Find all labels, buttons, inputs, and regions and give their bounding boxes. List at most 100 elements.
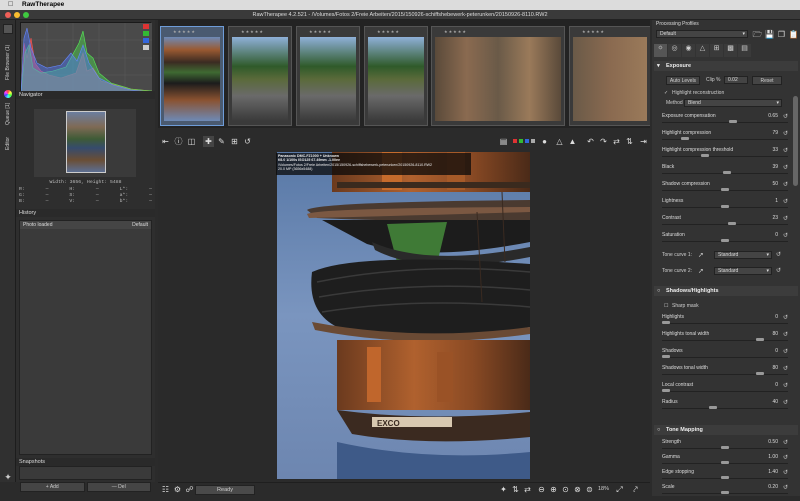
slider-track[interactable] <box>662 374 788 375</box>
slider-value[interactable]: 50 <box>772 181 778 187</box>
slider-knob[interactable] <box>721 446 729 449</box>
slider-value[interactable]: 80 <box>772 331 778 337</box>
method-select[interactable]: Blend ▾ <box>684 99 782 107</box>
slider-knob[interactable] <box>700 154 709 157</box>
slider-value[interactable]: 1.00 <box>768 454 778 460</box>
tab-raw[interactable]: ▩ <box>724 44 737 57</box>
app-menu[interactable]: RawTherapee <box>22 0 64 10</box>
thumbnail-image[interactable] <box>435 37 561 121</box>
curve-icon[interactable]: ➚ <box>698 267 704 275</box>
zoom-fit-icon[interactable]: ⊙ <box>560 484 571 495</box>
slider-value[interactable]: 40 <box>772 399 778 405</box>
focus-mask-icon[interactable]: ● <box>539 136 550 147</box>
reset-icon[interactable]: ↺ <box>783 365 788 372</box>
reset-icon[interactable]: ↺ <box>783 198 788 205</box>
slider-track[interactable] <box>662 323 788 324</box>
thumbnail[interactable]: ★★★★★ <box>364 26 428 126</box>
info-icon[interactable]: ⓘ <box>173 136 184 147</box>
reset-icon[interactable]: ↺ <box>783 232 788 239</box>
slider-value[interactable]: 0 <box>775 382 778 388</box>
slider-knob[interactable] <box>709 406 718 409</box>
slider-knob[interactable] <box>721 205 729 208</box>
tab-metadata[interactable]: ▤ <box>738 44 751 57</box>
exposure-section-header[interactable]: ▾ Exposure <box>654 61 798 71</box>
tab-detail[interactable]: ◎ <box>668 44 681 57</box>
hand-tool-icon[interactable]: ✚ <box>203 136 214 147</box>
minimize-window-icon[interactable] <box>14 12 20 18</box>
slider-value[interactable]: 33 <box>772 147 778 153</box>
thumbnail[interactable]: ★★★★★ <box>569 26 650 126</box>
reset-icon[interactable]: ↺ <box>783 113 788 120</box>
green-preview-icon[interactable] <box>519 139 523 143</box>
add-snapshot-button[interactable]: + Add <box>20 482 85 492</box>
slider-knob[interactable] <box>721 491 729 494</box>
enable-toggle-icon[interactable]: ○ <box>657 286 660 296</box>
tab-queue[interactable]: Queue [1] <box>1 100 15 128</box>
slider-knob[interactable] <box>756 372 765 375</box>
slider-knob[interactable] <box>729 120 738 123</box>
slider-knob[interactable] <box>756 338 765 341</box>
reset-icon[interactable]: ↺ <box>783 147 788 154</box>
rotate-right-icon[interactable]: ↷ <box>598 136 609 147</box>
slider-track[interactable] <box>662 357 788 358</box>
tab-exposure[interactable]: ☼ <box>654 44 667 57</box>
thumbnail-image[interactable] <box>573 37 647 121</box>
curve-icon[interactable]: ➚ <box>698 251 704 259</box>
reset-icon[interactable]: ↺ <box>783 314 788 321</box>
reset-icon[interactable]: ↺ <box>783 399 788 406</box>
slider-value[interactable]: 0.65 <box>768 113 778 119</box>
blue-preview-icon[interactable] <box>525 139 529 143</box>
slider-knob[interactable] <box>721 476 729 479</box>
library-icon[interactable]: ☷ <box>160 484 171 495</box>
zoom-crop-icon[interactable]: ⊜ <box>584 484 595 495</box>
slider-value[interactable]: 1 <box>775 198 778 204</box>
reset-icon[interactable]: ↺ <box>783 331 788 338</box>
slider-value[interactable]: 0.20 <box>768 484 778 490</box>
navigator-preview[interactable] <box>34 109 136 177</box>
straighten-icon[interactable]: ↺ <box>242 136 253 147</box>
slider-knob[interactable] <box>662 389 670 392</box>
tab-color[interactable]: ◉ <box>682 44 695 57</box>
apple-icon[interactable]:  <box>8 0 13 10</box>
thumbnail[interactable]: ★★★★★ <box>228 26 292 126</box>
flip-vertical-icon[interactable]: ⇅ <box>624 136 635 147</box>
red-preview-icon[interactable] <box>513 139 517 143</box>
slider-value[interactable]: 79 <box>772 130 778 136</box>
luminance-toggle[interactable] <box>143 45 149 50</box>
profile-select[interactable]: Default ▾ <box>656 30 748 38</box>
rank-stars[interactable]: ★★★★★ <box>173 29 196 34</box>
save-profile-icon[interactable]: 💾 <box>764 29 775 40</box>
slider-track[interactable] <box>662 408 788 409</box>
slider-value[interactable]: 1.40 <box>768 469 778 475</box>
reset-icon[interactable]: ↺ <box>783 348 788 355</box>
slider-knob[interactable] <box>662 355 670 358</box>
thumbnail-image[interactable] <box>300 37 356 121</box>
zoom-in-icon[interactable]: ⊕ <box>548 484 559 495</box>
copy-profile-icon[interactable]: ❐ <box>776 29 787 40</box>
color-picker-icon[interactable]: ✎ <box>216 136 227 147</box>
luminance-preview-icon[interactable] <box>531 139 535 143</box>
slider-track[interactable] <box>662 340 788 341</box>
navigate-icon[interactable]: ✦ <box>498 484 509 495</box>
reset-icon[interactable]: ↺ <box>783 382 788 389</box>
slider-track[interactable] <box>662 224 788 225</box>
auto-levels-button[interactable]: Auto Levels <box>666 76 700 85</box>
slider-knob[interactable] <box>728 222 737 225</box>
delete-snapshot-button[interactable]: — Del <box>86 482 151 492</box>
slider-knob[interactable] <box>721 461 729 464</box>
reset-icon[interactable]: ↺ <box>783 215 788 222</box>
reset-icon[interactable]: ↺ <box>783 454 788 461</box>
close-window-icon[interactable] <box>5 12 11 18</box>
clipped-highlights-icon[interactable]: △ <box>554 136 565 147</box>
slider-track[interactable] <box>662 391 788 392</box>
thumbnail[interactable]: ★★★★★ <box>296 26 360 126</box>
open-profile-icon[interactable]: 🗁 <box>752 29 763 40</box>
thumbnail[interactable]: ★★★★★ <box>160 26 224 126</box>
reset-icon[interactable]: ↺ <box>783 130 788 137</box>
tone-curve-2-select[interactable]: Standard ▾ <box>714 267 772 275</box>
rotate-left-icon[interactable]: ↶ <box>585 136 596 147</box>
reset-button[interactable]: Reset <box>752 76 782 85</box>
slider-knob[interactable] <box>662 321 670 324</box>
zoom-out-icon[interactable]: ⊖ <box>536 484 547 495</box>
profile-icon[interactable]: ⚙ <box>172 484 183 495</box>
